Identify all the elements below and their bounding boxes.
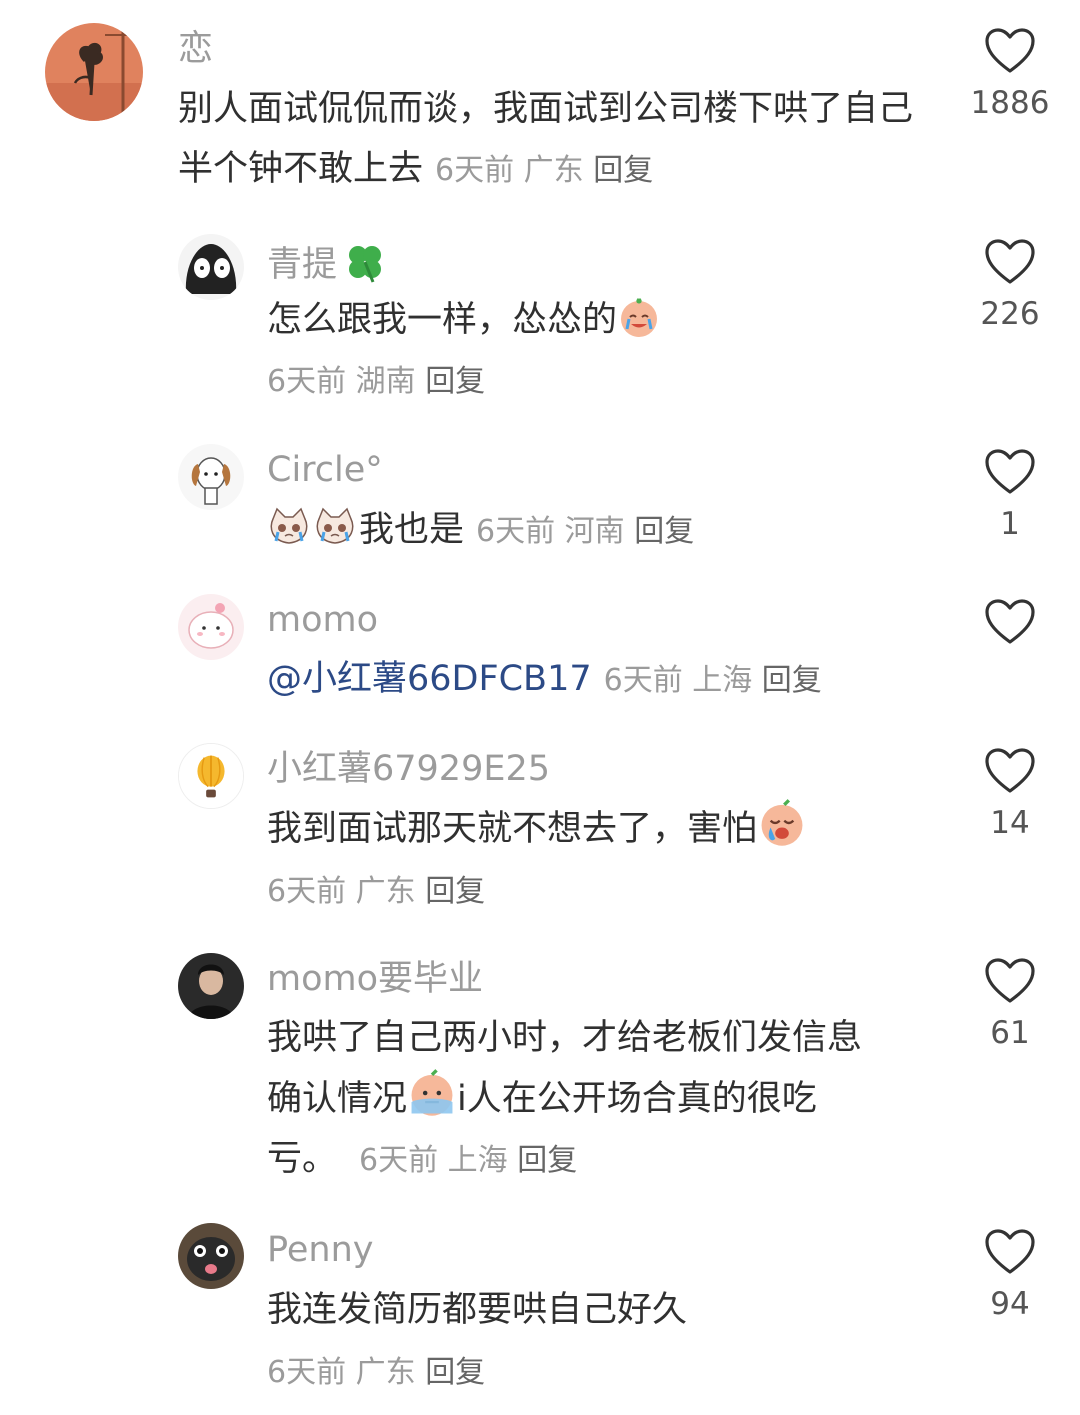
comment-time: 6天前 [435,153,515,188]
comment-body-part: i人在公开场合真的很吃 [457,1079,817,1119]
avatar-blob-image [178,594,244,660]
comment-body-part: 确认情况 [267,1079,408,1119]
comment-body-line: 确认情况 i人在公开场合真的很吃 [267,1068,947,1129]
username[interactable]: momo [267,600,378,640]
heart-icon [984,957,1036,1005]
like-button[interactable]: 1 [960,448,1060,544]
comment-text: @小红薯66DFCB17 6天前 上海 回复 [267,649,947,711]
comment-text: 别人面试侃侃而谈，我面试到公司楼下哄了自己半个钟不敢上去 6天前 广东 回复 [178,79,918,201]
comment-meta: 6天前 广东 回复 [267,872,485,912]
comment-location: 河南 [564,514,625,549]
username[interactable]: 恋 [178,29,213,69]
comment-body: 我也是 [359,510,465,550]
heart-icon [984,598,1036,646]
comment-body-line: 亏。 6天前 上海 回复 [267,1129,947,1191]
avatar-balloon-image [179,744,243,808]
reply-button[interactable]: 回复 [425,1355,485,1390]
avatar-person-image [178,953,244,1019]
like-button[interactable]: 14 [960,747,1060,843]
reply-button[interactable]: 回复 [425,364,485,399]
comment-meta: 6天前 河南 回复 [476,514,694,549]
comment-body: 我连发简历都要哄自己好久 [267,1290,688,1330]
reply-button[interactable]: 回复 [634,514,694,549]
avatar[interactable] [178,444,244,510]
comment-text: 我到面试那天就不想去了，害怕 [267,798,927,859]
username[interactable]: Circle° [267,450,383,490]
like-count: 1886 [970,85,1050,121]
avatar[interactable] [178,594,244,660]
reply-button[interactable]: 回复 [593,153,653,188]
comment-time: 6天前 [359,1143,439,1178]
like-button[interactable]: 226 [960,238,1060,334]
comment-body-line: 我哄了自己两小时，才给老板们发信息 [267,1018,863,1058]
avatar-dog-image [178,444,244,510]
comment-meta: 6天前 湖南 回复 [267,362,485,402]
avatar-rose-image [45,23,143,121]
avatar-sketch-image [178,234,244,300]
comment-time: 6天前 [267,364,347,399]
username[interactable]: 青提 [267,240,387,285]
heart-icon [984,448,1036,496]
avatar[interactable] [178,1223,244,1289]
comment-body: 怎么跟我一样，怂怂的 [267,300,618,340]
crying-peach-emoji-icon [617,295,661,339]
avatar[interactable] [178,953,244,1019]
username[interactable]: 小红薯67929E25 [267,749,550,789]
like-button[interactable]: 1886 [960,27,1060,123]
crying-cat-emoji-icon [313,505,359,549]
like-button[interactable] [960,598,1060,654]
comment-text: 怎么跟我一样，怂怂的 [267,290,927,350]
comment-location: 上海 [447,1143,508,1178]
username[interactable]: Penny [267,1230,373,1270]
comment-location: 广东 [355,1355,416,1390]
reply-button[interactable]: 回复 [517,1143,577,1178]
comment-time: 6天前 [267,874,347,909]
comment-meta: 6天前 上海 回复 [604,663,822,698]
heart-icon [984,27,1036,75]
like-button[interactable]: 94 [960,1228,1060,1324]
comment-time: 6天前 [476,514,556,549]
comment-time: 6天前 [603,663,683,698]
crying-cat-emoji-icon [267,505,313,549]
like-button[interactable]: 61 [960,957,1060,1053]
avatar[interactable] [45,23,143,121]
like-count: 61 [990,1015,1030,1051]
reply-button[interactable]: 回复 [425,874,485,909]
comment-location: 上海 [692,663,753,698]
reply-button[interactable]: 回复 [762,663,822,698]
like-count: 1 [1000,506,1020,542]
comment-text: 我连发简历都要哄自己好久 [267,1280,947,1340]
comment-location: 广东 [355,874,416,909]
comment-time: 6天前 [267,1355,347,1390]
like-count: 14 [990,805,1030,841]
comment-meta: 6天前 广东 回复 [435,153,653,188]
four-leaf-clover-icon [343,240,387,284]
heart-icon [984,238,1036,286]
heart-icon [984,1228,1036,1276]
crying-peach-emoji-icon [757,798,807,848]
mention-link[interactable]: @小红薯66DFCB17 [267,659,592,699]
comment-meta: 6天前 上海 回复 [359,1143,577,1178]
comment-body: 我到面试那天就不想去了，害怕 [267,809,758,849]
heart-icon [984,747,1036,795]
username[interactable]: momo要毕业 [267,959,483,999]
avatar[interactable] [178,234,244,300]
username-text: 青提 [267,245,338,285]
comment-text: 我也是 6天前 河南 回复 [267,500,947,562]
like-count: 94 [990,1286,1030,1322]
comment-text: 我哄了自己两小时，才给老板们发信息 确认情况 i人在公开场合真的很吃 亏。 6天前… [267,1008,947,1191]
avatar[interactable] [178,743,244,809]
avatar-pet-image [178,1223,244,1289]
scared-peach-emoji-icon [407,1068,457,1118]
comment-meta: 6天前 广东 回复 [267,1353,485,1393]
like-count: 226 [980,296,1040,332]
comment-body-part: 亏。 [267,1139,338,1179]
comment-location: 广东 [523,153,584,188]
comment-location: 湖南 [355,364,416,399]
